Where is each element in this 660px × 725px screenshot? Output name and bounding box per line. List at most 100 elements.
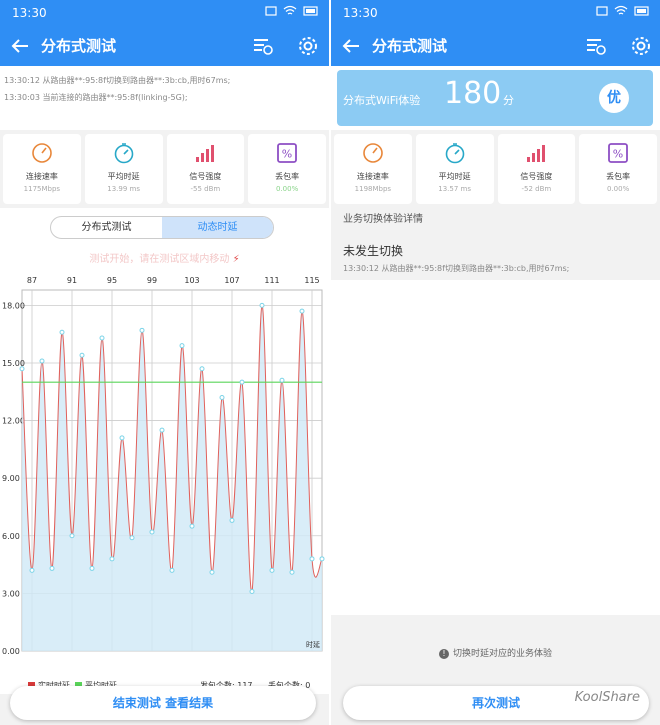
x-tick-label: 107 [224,276,239,285]
right-panel: 13:30 分布式测试 分布式WiFi体验 180 分 优 连接速率 1198M… [331,0,660,725]
metric-card-latency: 平均时延 13.57 ms [415,134,494,204]
list-history-icon[interactable] [583,34,607,58]
metric-label: 平均时延 [107,172,140,181]
data-point [129,535,135,541]
data-point [19,366,25,372]
battery-icon [303,6,318,16]
wifi-icon [614,5,628,15]
x-tick-label: 115 [304,276,319,285]
x-tick-label: 95 [107,276,117,285]
score-unit: 分 [503,94,514,107]
footnote: ! 切换时延对应的业务体验 [331,646,660,659]
score-label: 分布式WiFi体验 [343,94,421,107]
data-point [109,556,115,562]
tab-distributed-test[interactable]: 分布式测试 [51,217,162,238]
left-panel: 13:30 分布式测试 13:30:12 从路由器**:95:8f切换到路由器*… [0,0,329,725]
status-time: 13:30 [12,6,47,20]
speedometer-icon [363,143,383,163]
metric-value: -52 dBm [521,185,552,193]
y-tick-label: 18.00 [2,301,25,310]
metric-value: -55 dBm [190,185,221,193]
svg-text:%: % [282,148,292,161]
speedometer-icon [32,143,52,163]
y-tick-label: 6.00 [2,532,20,541]
metric-card-speed: 连接速率 1198Mbps [334,134,412,204]
metric-value: 0.00% [276,185,299,193]
back-arrow-icon[interactable] [8,34,32,58]
data-point [269,567,275,573]
app-bar: 分布式测试 [331,26,660,66]
settings-gear-icon[interactable] [629,34,653,58]
x-tick-label: 99 [147,276,157,285]
data-point [279,377,285,383]
data-point [259,302,265,308]
metric-label: 平均时延 [438,172,471,181]
metric-label: 丢包率 [606,172,631,181]
signal-bars-icon [527,145,546,162]
detail-title: 未发生切换 [343,244,404,258]
switch-log: 13:30:12 从路由器**:95:8f切换到路由器**:3b:cb,用时67… [0,66,329,130]
settings-gear-icon[interactable] [296,34,320,58]
data-point [299,308,305,314]
switch-detail: 未发生切换 13:30:12 从路由器**:95:8f切换到路由器**:3b:c… [331,228,660,276]
metric-label: 丢包率 [275,172,300,181]
data-point [219,395,225,401]
metric-card-speed: 连接速率 1175Mbps [3,134,81,204]
x-tick-label: 103 [184,276,199,285]
latency-chart-svg: 18.0015.0012.009.006.003.000.0087 91 95 99 1… [2,276,325,656]
tab-dynamic-latency[interactable]: 动态时延 [162,217,273,238]
metric-value: 13.57 ms [438,185,471,193]
packet-loss-icon: % [608,143,629,163]
data-point [189,523,195,529]
notification-icon [265,6,277,16]
watermark: KoolShare [574,690,640,705]
data-point [79,352,85,358]
x-axis-label: 时延 [306,640,320,649]
footnote-text: 切换时延对应的业务体验 [452,649,552,659]
metric-label: 信号强度 [189,172,222,181]
status-icons [596,5,650,17]
metric-label: 连接速率 [25,172,58,181]
status-icons [265,5,319,17]
data-point [209,569,215,575]
data-point [39,358,45,364]
detail-line: 13:30:12 从路由器**:95:8f切换到路由器**:3b:cb,用时67… [343,264,570,273]
data-point [149,529,155,535]
metric-card-signal: 信号强度 -52 dBm [497,134,576,204]
test-hint: 测试开始，请在测试区域内移动 ⚡ [89,254,240,265]
latency-gauge-icon [114,143,133,164]
latency-gauge-icon [445,143,464,164]
test-hint-text: 测试开始，请在测试区域内移动 [89,254,230,265]
data-point [169,567,175,573]
data-point [59,329,65,335]
x-tick-label: 87 [27,276,37,285]
metric-value: 0.00% [607,185,630,193]
detail-header: 业务切换体验详情 [343,214,423,225]
metric-label: 信号强度 [520,172,553,181]
data-point [29,567,35,573]
list-history-icon[interactable] [250,34,274,58]
score-value: 180 [444,76,502,111]
notification-icon [596,6,608,16]
metric-label: 连接速率 [356,172,389,181]
x-tick-label: 111 [264,276,279,285]
data-point [159,427,165,433]
svg-text:%: % [613,148,623,161]
log-line: 13:30:12 从路由器**:95:8f切换到路由器**:3b:cb,用时67… [4,76,231,85]
metrics-row: 连接速率 1198Mbps 平均时延 13.57 ms 信号强度 -52 dBm… [331,134,660,204]
y-tick-label: 12.00 [2,417,25,426]
info-icon: ! [438,649,449,659]
x-tick-label: 91 [67,276,77,285]
data-point [319,556,325,562]
packet-loss-icon: % [277,143,298,163]
mode-tabs: 分布式测试 动态时延 [50,216,274,239]
status-bar: 13:30 [0,0,329,26]
data-point [309,556,315,562]
data-point [119,435,125,441]
data-point [69,533,75,539]
back-arrow-icon[interactable] [339,34,363,58]
data-point [249,588,255,594]
y-tick-label: 0.00 [2,647,20,656]
end-test-button[interactable]: 结束测试 查看结果 [10,686,316,720]
battery-icon [634,6,649,16]
